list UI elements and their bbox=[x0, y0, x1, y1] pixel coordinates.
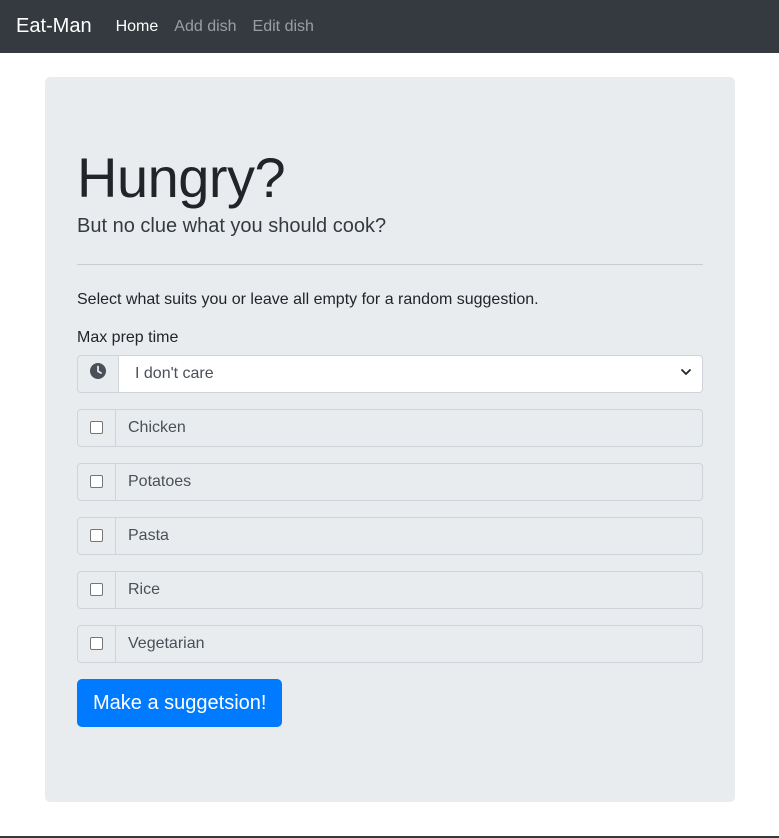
prep-time-group: I don't care bbox=[77, 354, 703, 393]
checkbox-rice[interactable] bbox=[90, 583, 103, 597]
option-potatoes: Potatoes bbox=[77, 462, 703, 501]
prep-time-label: Max prep time bbox=[77, 328, 179, 346]
divider bbox=[77, 263, 703, 265]
make-suggestion-button[interactable]: Make a suggetsion! bbox=[77, 678, 283, 727]
option-label: Potatoes bbox=[116, 462, 703, 501]
option-pasta: Pasta bbox=[77, 516, 703, 555]
checkbox-addon bbox=[77, 516, 116, 555]
jumbotron: Hungry? But no clue what you should cook… bbox=[45, 77, 735, 802]
option-chicken: Chicken bbox=[77, 408, 703, 447]
clock-icon bbox=[90, 363, 106, 384]
checkbox-pasta[interactable] bbox=[90, 529, 103, 543]
option-vegetarian: Vegetarian bbox=[77, 624, 703, 663]
checkbox-addon bbox=[77, 570, 116, 609]
option-label: Rice bbox=[116, 570, 703, 609]
option-rice: Rice bbox=[77, 570, 703, 609]
nav-link-add-dish[interactable]: Add dish bbox=[174, 18, 236, 36]
option-label: Pasta bbox=[116, 516, 703, 555]
prep-time-addon bbox=[77, 354, 119, 393]
checkbox-potatoes[interactable] bbox=[90, 475, 103, 489]
prep-time-select[interactable]: I don't care bbox=[119, 354, 703, 393]
checkbox-vegetarian[interactable] bbox=[90, 637, 103, 651]
checkbox-addon bbox=[77, 624, 116, 663]
prep-time-selected-value: I don't care bbox=[135, 364, 214, 382]
chevron-down-icon bbox=[680, 365, 692, 383]
brand-link[interactable]: Eat-Man bbox=[16, 15, 92, 38]
option-label: Vegetarian bbox=[116, 624, 703, 663]
intro-text: Select what suits you or leave all empty… bbox=[77, 290, 539, 308]
option-label: Chicken bbox=[116, 408, 703, 447]
checkbox-addon bbox=[77, 408, 116, 447]
page-subtitle: But no clue what you should cook? bbox=[77, 214, 387, 237]
checkbox-addon bbox=[77, 462, 116, 501]
nav-link-home[interactable]: Home bbox=[116, 18, 159, 36]
page-title: Hungry? bbox=[77, 146, 286, 209]
checkbox-chicken[interactable] bbox=[90, 421, 103, 435]
top-navbar: Eat-Man Home Add dish Edit dish bbox=[0, 0, 779, 53]
nav-link-edit-dish[interactable]: Edit dish bbox=[253, 18, 314, 36]
